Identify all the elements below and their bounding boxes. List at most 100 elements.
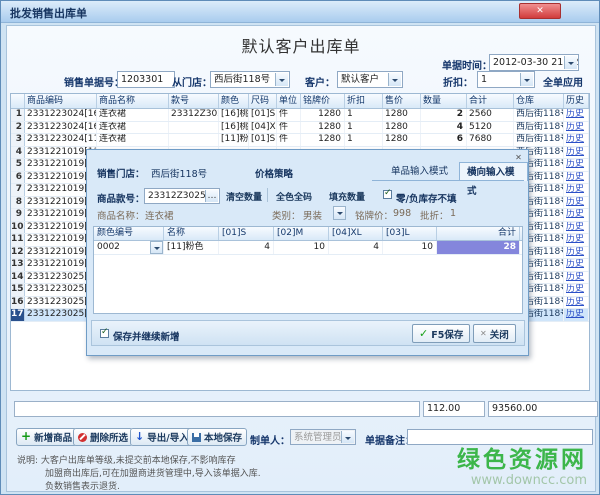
skip-zero-checkbox[interactable]: [383, 190, 392, 199]
cell-hist: 历史: [564, 309, 589, 321]
chevron-down-icon[interactable]: [564, 56, 577, 69]
history-link[interactable]: 历史: [566, 172, 584, 182]
cell-hist: 历史: [564, 209, 589, 221]
apply-all-button[interactable]: 全单应用: [543, 74, 583, 89]
add-item-button[interactable]: 新增商品: [16, 428, 77, 446]
save-continue-checkbox[interactable]: [100, 329, 109, 338]
cell-no: 10: [11, 222, 25, 234]
col-header: [04]XL: [329, 227, 383, 240]
delete-selected-label: 删除所选: [90, 430, 128, 444]
cell-name: 连衣裙: [97, 109, 169, 121]
sale-no-label: 销售单据号：: [64, 74, 124, 89]
discount-label: 折扣：: [443, 74, 473, 89]
tab-horizontal-input-mode[interactable]: 横向输入模式: [459, 162, 528, 181]
cell-no: 13: [11, 259, 25, 271]
col-header: 尺码: [249, 94, 277, 108]
history-link[interactable]: 历史: [566, 259, 584, 269]
cell-wh: 西后街118号: [514, 134, 564, 146]
history-link[interactable]: 历史: [566, 284, 584, 294]
history-link[interactable]: 历史: [566, 247, 584, 257]
doc-time-input[interactable]: 2012-03-30 21:52:: [489, 54, 579, 71]
history-link[interactable]: 历史: [566, 122, 584, 132]
cell-total: 7680: [467, 134, 514, 146]
col-header: 款号: [169, 94, 219, 108]
cell-size: [01]S: [249, 109, 277, 121]
history-link[interactable]: 历史: [566, 109, 584, 119]
export-import-label: 导出/导入: [147, 430, 188, 444]
cell-color-name[interactable]: [11]粉色: [164, 241, 219, 254]
fill-qty-button[interactable]: 填充数量: [329, 190, 365, 203]
clear-qty-button[interactable]: 清空数量: [226, 190, 262, 203]
cell-hist: 历史: [564, 222, 589, 234]
discount-select[interactable]: 1: [477, 71, 535, 88]
cell-no: 17: [11, 309, 25, 321]
from-store-label: 从门店：: [172, 74, 212, 89]
cell-hist: 历史: [564, 134, 589, 146]
table-row[interactable]: 12331223024[16]桃红连衣裙23312Z3024[16]桃红[01]…: [11, 109, 589, 122]
category-value: 男装: [303, 208, 322, 222]
history-link[interactable]: 历史: [566, 297, 584, 307]
cell-size-s[interactable]: 4: [219, 241, 274, 254]
history-link[interactable]: 历史: [566, 222, 584, 232]
sale-no-input[interactable]: 1203301: [117, 71, 175, 88]
cell-no: 9: [11, 209, 25, 221]
matrix-row[interactable]: 0002 [11]粉色 4 10 4 10 28: [94, 241, 522, 255]
cell-hist: 历史: [564, 197, 589, 209]
delete-selected-button[interactable]: 删除所选: [73, 428, 133, 446]
window-close-icon[interactable]: [519, 3, 561, 19]
dialog-store-label: 销售门店：: [97, 166, 145, 180]
table-row[interactable]: 22331223024[16]桃红连衣裙[16]桃红[04]XL件1280112…: [11, 122, 589, 135]
chevron-down-icon[interactable]: [341, 431, 354, 443]
cell-hist: 历史: [564, 172, 589, 184]
cell-size-l[interactable]: 10: [383, 241, 437, 254]
history-link[interactable]: 历史: [566, 309, 584, 319]
cell-total: 2560: [467, 109, 514, 121]
col-header: 折扣: [345, 94, 383, 108]
from-store-select[interactable]: 西后街118号: [210, 71, 290, 88]
watermark: 绿色资源网 www.downcc.com: [457, 448, 587, 488]
cell-size-m[interactable]: 10: [274, 241, 329, 254]
dialog-close-button[interactable]: 关闭: [473, 324, 516, 343]
export-import-button[interactable]: 导出/导入: [130, 428, 194, 446]
cell-tag: 1280: [301, 122, 345, 134]
history-link[interactable]: 历史: [566, 209, 584, 219]
table-row[interactable]: 32331223024[11]粉色连衣裙[11]粉色[01]S件12801128…: [11, 134, 589, 147]
all-color-size-button[interactable]: 全色全码: [276, 190, 312, 203]
customer-select[interactable]: 默认客户: [337, 71, 403, 88]
cell-code: 2331223024[11]粉色: [25, 134, 97, 146]
tab-single-input-mode[interactable]: 单品输入模式: [384, 162, 455, 181]
maker-select[interactable]: 系统管理员: [290, 429, 356, 445]
chevron-down-icon[interactable]: [520, 73, 533, 86]
col-header: 商品名称: [97, 94, 169, 108]
history-link[interactable]: 历史: [566, 234, 584, 244]
history-link[interactable]: 历史: [566, 134, 584, 144]
cell-size-xl[interactable]: 4: [329, 241, 383, 254]
category-dropdown-icon[interactable]: [333, 206, 346, 220]
chevron-down-icon[interactable]: [275, 73, 288, 86]
style-no-input[interactable]: 23312Z3025: [144, 188, 220, 204]
history-link[interactable]: 历史: [566, 197, 584, 207]
tab-strip-line: [372, 180, 524, 181]
chevron-down-icon[interactable]: [150, 241, 163, 254]
divider: [267, 188, 268, 202]
save-local-button[interactable]: 本地保存: [187, 428, 247, 446]
col-header: 仓库: [514, 94, 564, 108]
col-header: [01]S: [219, 227, 274, 240]
history-link[interactable]: 历史: [566, 184, 584, 194]
no-entry-icon: [78, 433, 87, 442]
remark-input[interactable]: [407, 429, 593, 445]
watermark-url: www.downcc.com: [457, 474, 587, 488]
cell-color-code[interactable]: 0002: [94, 241, 164, 254]
note-line: 说明: 大客户出库单等级,未提交前本地保存,不影响库存: [17, 453, 236, 466]
matrix-header-row: 颜色编号 名称 [01]S [02]M [04]XL [03]L 合计: [94, 227, 522, 241]
chevron-down-icon[interactable]: [388, 73, 401, 86]
f5-save-button[interactable]: F5保存: [412, 324, 470, 343]
history-link[interactable]: 历史: [566, 159, 584, 169]
ellipsis-button[interactable]: [205, 190, 218, 202]
col-header: 名称: [164, 227, 219, 240]
history-link[interactable]: 历史: [566, 272, 584, 282]
col-header: 商品编码: [25, 94, 97, 108]
history-link[interactable]: 历史: [566, 147, 584, 157]
price-policy-link[interactable]: 价格策略: [255, 166, 293, 180]
cell-no: 14: [11, 272, 25, 284]
